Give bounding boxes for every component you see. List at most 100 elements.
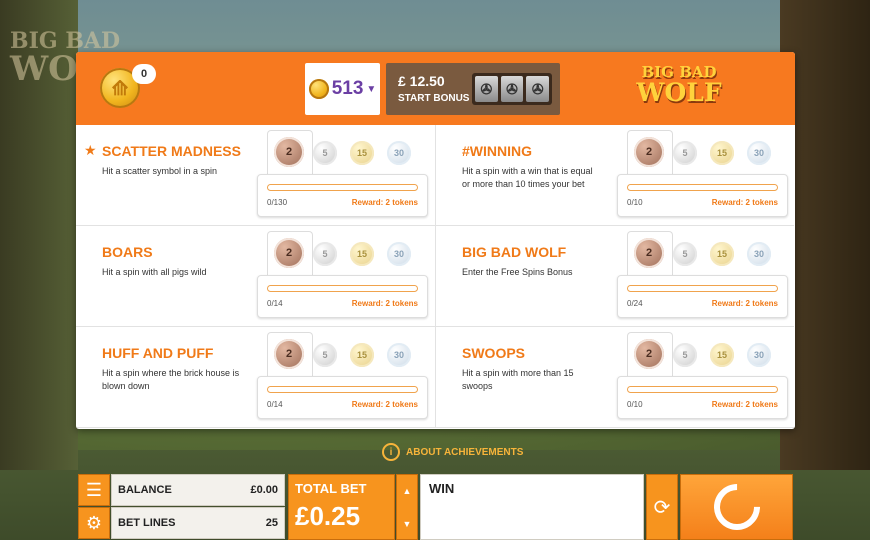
achievement-title: #WINNING [462,143,532,159]
progress-text: 0/130 [267,198,288,207]
progress-bar [627,184,778,191]
tier-silver-badge: 5 [313,141,337,165]
achievement-item: ★ SCATTER MADNESS Hit a scatter symbol in … [76,125,435,226]
tier-platinum-badge: 30 [747,242,771,266]
reward-text: Reward: 2 tokens [351,400,418,409]
tier-platinum-badge: 30 [387,343,411,367]
bet-stepper: ▲ ▼ [396,474,418,540]
autoplay-button[interactable]: ⟳ [646,474,678,540]
balance-display: BALANCE £0.00 [111,474,285,506]
progress-text: 0/24 [627,299,643,308]
tier-silver-badge: 5 [313,343,337,367]
progress-bar [267,386,418,393]
progress-bar [267,184,418,191]
slot-reels-icon: ✇ ✇ ✇ [472,73,552,105]
start-bonus-button[interactable]: £ 12.50 START BONUS ✇ ✇ ✇ [386,63,560,115]
progress-text: 0/10 [627,198,643,207]
tier-silver-badge: 5 [313,242,337,266]
info-icon: i [382,443,400,461]
bet-increase-button[interactable]: ▲ [397,475,417,507]
achievement-item: SWOOPS Hit a spin with more than 15 swoop… [435,327,794,428]
spin-button[interactable] [680,474,793,540]
achievements-panel: ⟰ 0 513 ▼ £ 12.50 START BONUS ✇ ✇ ✇ BIG … [76,52,795,429]
bet-decrease-button[interactable]: ▼ [397,508,417,540]
about-achievements-label: ABOUT ACHIEVEMENTS [406,446,524,458]
tier-platinum-badge: 30 [387,141,411,165]
coin-icon [308,79,329,99]
reward-text: Reward: 2 tokens [711,299,778,308]
bet-lines-display: BET LINES 25 [111,507,285,539]
achievement-description: Hit a spin where the brick house is blow… [102,368,240,391]
tier-bronze-badge: 2 [274,339,304,369]
achievement-description: Hit a scatter symbol in a spin [102,166,218,176]
progress-bar [267,285,418,292]
reward-text: Reward: 2 tokens [711,198,778,207]
tier-silver-badge: 5 [673,343,697,367]
progress-bar [627,285,778,292]
achievement-item: BOARS Hit a spin with all pigs wild 0/14 Re… [76,226,435,327]
total-bet-display: TOTAL BET £0.25 [288,474,395,540]
game-logo: BIG BAD WOLF [636,63,722,107]
tier-silver-badge: 5 [673,242,697,266]
bet-lines-value: 25 [265,517,278,529]
tier-gold-badge: 15 [710,141,734,165]
bonus-label: START BONUS [398,93,470,104]
tier-bronze-badge: 2 [634,339,664,369]
tier-gold-badge: 15 [710,242,734,266]
achievement-item: BIG BAD WOLF Enter the Free Spins Bonus 0/… [435,226,794,327]
total-bet-label: TOTAL BET [295,481,367,496]
tier-silver-badge: 5 [673,141,697,165]
menu-icon: ☰ [85,479,103,500]
tier-platinum-badge: 30 [747,343,771,367]
spin-icon [703,474,770,540]
token-count-badge: 0 [132,64,156,84]
achievement-description: Enter the Free Spins Bonus [462,267,573,277]
total-bet-value: £0.25 [295,501,361,531]
bet-lines-label: BET LINES [118,517,176,529]
achievement-description: Hit a spin with all pigs wild [102,267,207,277]
achievement-description: Hit a spin with more than 15 swoops [462,368,574,391]
achievement-title: SWOOPS [462,345,526,361]
achievement-description: Hit a spin with a win that is equal or m… [462,166,593,189]
tier-bronze-badge: 2 [274,238,304,268]
win-label: WIN [429,481,455,496]
tier-gold-badge: 15 [350,343,374,367]
bottom-bar: ☰ ⚙ BALANCE £0.00 BET LINES 25 TOTAL BET… [78,474,793,540]
achievement-title: HUFF AND PUFF [102,345,214,361]
progress-card: 0/130 Reward: 2 tokens [257,174,428,217]
progress-card: 0/14 Reward: 2 tokens [257,275,428,318]
achievement-title: SCATTER MADNESS [102,143,241,159]
tier-gold-badge: 15 [710,343,734,367]
chevron-down-icon: ▼ [366,83,377,95]
progress-text: 0/14 [267,400,283,409]
tier-bronze-badge: 2 [634,238,664,268]
tier-platinum-badge: 30 [387,242,411,266]
achievement-item: #WINNING Hit a spin with a win that is eq… [435,125,794,226]
progress-text: 0/14 [267,299,283,308]
achievement-grid: ★ SCATTER MADNESS Hit a scatter symbol in … [76,125,795,429]
progress-bar [627,386,778,393]
settings-button[interactable]: ⚙ [78,507,110,539]
about-achievements-link[interactable]: i ABOUT ACHIEVEMENTS [382,443,523,461]
progress-card: 0/10 Reward: 2 tokens [617,376,788,419]
progress-card: 0/24 Reward: 2 tokens [617,275,788,318]
tier-gold-badge: 15 [350,141,374,165]
tier-bronze-badge: 2 [274,137,304,167]
arrow-up-icon: ▲ [402,486,412,496]
coin-balance-dropdown[interactable]: 513 ▼ [305,63,380,115]
achievement-title: BOARS [102,244,153,260]
achievement-title: BIG BAD WOLF [462,244,567,260]
gear-icon: ⚙ [85,512,103,533]
reward-text: Reward: 2 tokens [711,400,778,409]
reward-text: Reward: 2 tokens [351,198,418,207]
progress-text: 0/10 [627,400,643,409]
panel-header: ⟰ 0 513 ▼ £ 12.50 START BONUS ✇ ✇ ✇ BIG … [76,52,795,125]
bonus-price: £ 12.50 [398,73,445,89]
balance-value: £0.00 [250,484,278,496]
star-icon: ★ [84,142,97,158]
win-display: WIN [420,474,644,540]
menu-button[interactable]: ☰ [78,474,110,506]
tier-bronze-badge: 2 [634,137,664,167]
arrow-down-icon: ▼ [402,519,412,529]
reward-text: Reward: 2 tokens [351,299,418,308]
